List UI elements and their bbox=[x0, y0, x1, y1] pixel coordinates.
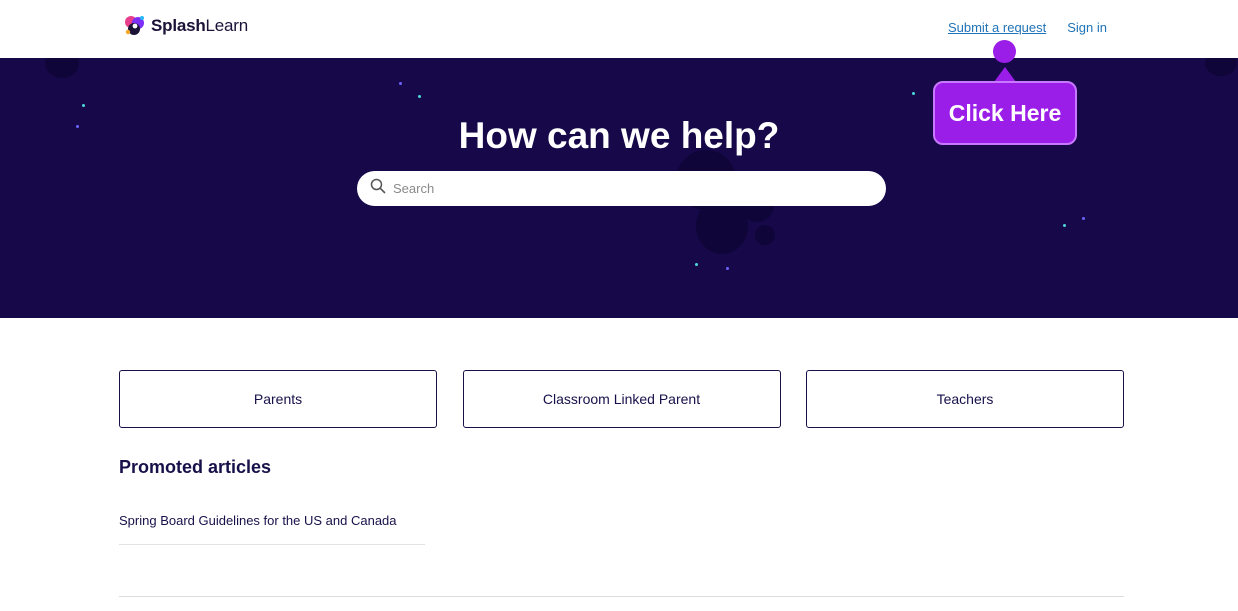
promoted-articles-heading: Promoted articles bbox=[119, 457, 272, 477]
splashlearn-logo[interactable]: SplashLearn bbox=[123, 13, 248, 39]
sign-in-link[interactable]: Sign in bbox=[1067, 20, 1107, 35]
decorative-dot bbox=[695, 263, 698, 266]
decorative-dot bbox=[912, 92, 915, 95]
search-input[interactable] bbox=[393, 181, 873, 196]
category-classroom-linked-parent[interactable]: Classroom Linked Parent bbox=[462, 370, 781, 428]
search-bar[interactable] bbox=[357, 171, 886, 206]
decorative-blob bbox=[755, 225, 775, 245]
promoted-article-link[interactable]: Spring Board Guidelines for the US and C… bbox=[119, 513, 425, 545]
decorative-dot bbox=[1082, 217, 1085, 220]
site-header: SplashLearn Submit a request Sign in bbox=[0, 0, 1238, 58]
splashlearn-logo-icon bbox=[123, 14, 147, 38]
callout-arrow bbox=[994, 67, 1016, 82]
decorative-dot bbox=[82, 104, 85, 107]
section-divider bbox=[119, 596, 1124, 597]
decorative-dot bbox=[726, 267, 729, 270]
category-parents[interactable]: Parents bbox=[119, 370, 437, 428]
callout-pointer-dot bbox=[993, 40, 1016, 63]
header-nav: Submit a request Sign in bbox=[948, 20, 1107, 35]
submit-request-link[interactable]: Submit a request bbox=[948, 20, 1046, 35]
decorative-blob bbox=[1205, 58, 1237, 76]
search-icon bbox=[370, 178, 386, 199]
click-here-callout[interactable]: Click Here bbox=[933, 81, 1077, 145]
logo-wordmark: SplashLearn bbox=[151, 16, 249, 35]
decorative-dot bbox=[418, 95, 421, 98]
category-teachers[interactable]: Teachers bbox=[806, 370, 1124, 428]
decorative-blob bbox=[45, 58, 79, 78]
decorative-dot bbox=[1063, 224, 1066, 227]
category-list: Parents Classroom Linked Parent Teachers bbox=[119, 370, 1124, 428]
decorative-dot bbox=[399, 82, 402, 85]
